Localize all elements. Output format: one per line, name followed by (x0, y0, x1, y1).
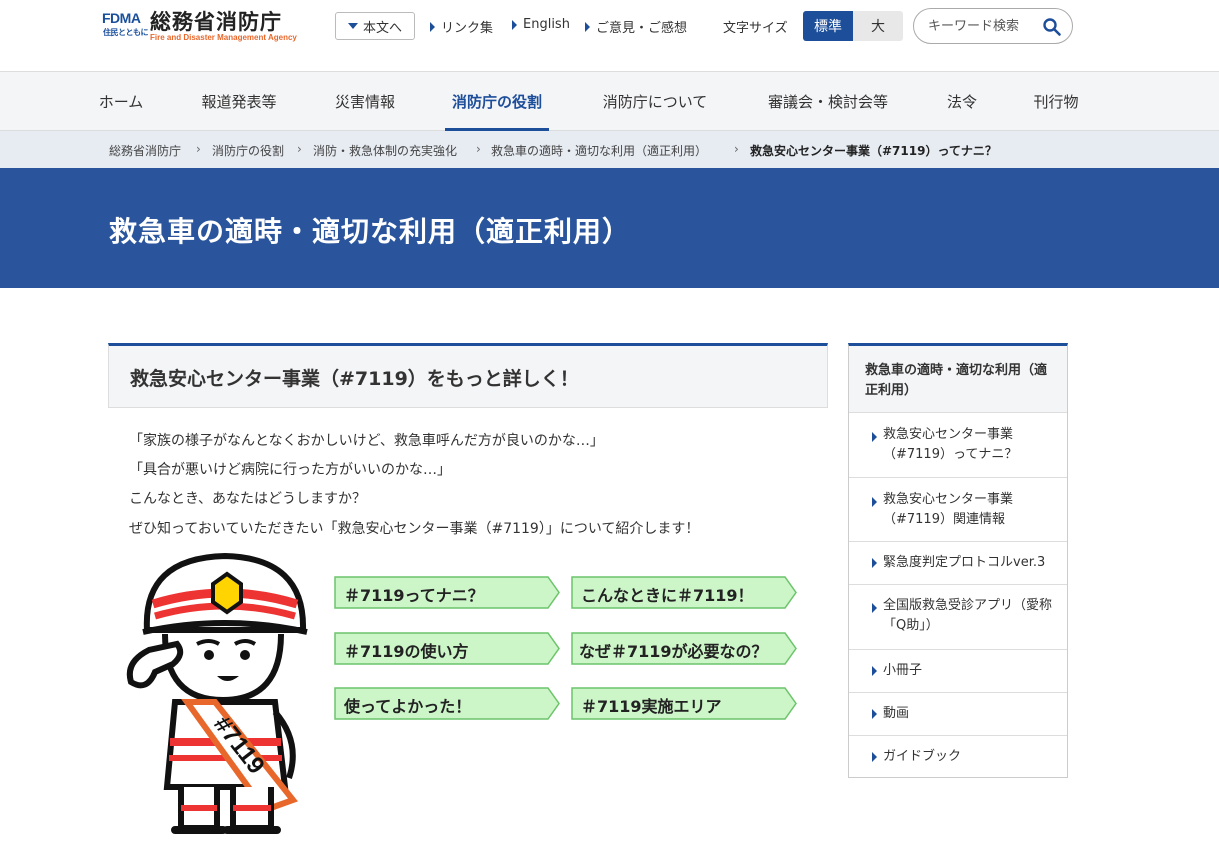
header-link-feedback[interactable]: ご意見・ご感想 (585, 17, 687, 36)
arrow-right-icon (512, 19, 517, 30)
header-link-english[interactable]: English (512, 17, 570, 32)
sidebar: 救急車の適時・適切な利用（適正利用） 救急安心センター事業（#7119）ってナニ… (848, 343, 1068, 778)
testimonials-button[interactable]: 使ってよかった！ (334, 687, 560, 720)
arrow-right-icon (872, 432, 877, 442)
sidebar-item-protocol[interactable]: 緊急度判定プロトコルver.3 (849, 542, 1067, 585)
sidebar-item-q-suke-app[interactable]: 全国版救急受診アプリ（愛称「Q助」） (849, 585, 1067, 650)
skip-to-content-button[interactable]: 本文へ (335, 12, 415, 40)
sidebar-item-label: 小冊子 (883, 663, 923, 678)
breadcrumb-separator: › (297, 142, 302, 156)
sidebar-item-booklet[interactable]: 小冊子 (849, 650, 1067, 693)
sidebar-item-label: 緊急度判定プロトコルver.3 (883, 555, 1046, 570)
pill-label: なぜ＃7119が必要なの？ (579, 642, 768, 661)
section-title: 救急安心センター事業（#7119）をもっと詳しく！ (130, 368, 579, 390)
sidebar-item-guidebook[interactable]: ガイドブック (849, 736, 1067, 778)
site-header: FDMA 住民とともに 総務省消防庁 Fire and Disaster Man… (0, 0, 1219, 72)
arrow-right-icon (872, 558, 877, 568)
sidebar-item-label: 動画 (883, 706, 910, 721)
service-area-button[interactable]: ＃7119実施エリア (571, 687, 797, 720)
nav-item-home[interactable]: ホーム (90, 72, 152, 131)
breadcrumb-item[interactable]: 総務省消防庁 (109, 142, 181, 159)
section-heading: 救急安心センター事業（#7119）をもっと詳しく！ (108, 343, 828, 408)
site-logo[interactable]: FDMA 住民とともに 総務省消防庁 Fire and Disaster Man… (102, 8, 307, 44)
arrow-right-icon (872, 752, 877, 762)
caret-down-icon (347, 23, 358, 29)
intro-paragraph: 「具合が悪いけど病院に行った方がいいのかな…」 (129, 462, 451, 478)
font-size-label: 文字サイズ (723, 21, 788, 36)
nav-item-laws[interactable]: 法令 (938, 72, 986, 131)
nav-item-publications[interactable]: 刊行物 (1024, 72, 1088, 131)
pill-label: 使ってよかった！ (344, 697, 472, 716)
nav-item-press[interactable]: 報道発表等 (192, 72, 286, 131)
nav-item-disaster[interactable]: 災害情報 (326, 72, 404, 131)
header-link-links[interactable]: リンク集 (430, 17, 493, 36)
pill-label: こんなときに＃7119！ (581, 586, 754, 605)
search-box (913, 8, 1073, 44)
breadcrumb-item[interactable]: 消防庁の役割 (212, 142, 284, 159)
header-link-label: English (523, 17, 570, 32)
breadcrumb: 総務省消防庁 › 消防庁の役割 › 消防・救急体制の充実強化 › 救急車の適時・… (0, 131, 1219, 168)
breadcrumb-item[interactable]: 消防・救急体制の充実強化 (313, 142, 457, 159)
logo-agency-english: Fire and Disaster Management Agency (150, 33, 297, 42)
page-hero: 救急車の適時・適切な利用（適正利用） (0, 168, 1219, 288)
logo-fdma-text: FDMA (102, 10, 141, 26)
nav-item-role[interactable]: 消防庁の役割 (445, 72, 549, 131)
sidebar-title[interactable]: 救急車の適時・適切な利用（適正利用） (865, 361, 1055, 401)
intro-paragraph: 「家族の様子がなんとなくおかしいけど、救急車呼んだ方が良いのかな…」 (129, 433, 604, 449)
arrow-right-icon (872, 666, 877, 676)
when-to-use-7119-button[interactable]: こんなときに＃7119！ (571, 576, 797, 609)
fdma-logo-mark: FDMA 住民とともに (102, 8, 149, 44)
search-icon[interactable] (1042, 17, 1062, 37)
logo-agency-name: 総務省消防庁 (150, 10, 282, 34)
global-nav: ホーム 報道発表等 災害情報 消防庁の役割 消防庁について 審議会・検討会等 法… (0, 72, 1219, 131)
pill-label: ＃7119ってナニ？ (344, 586, 484, 605)
breadcrumb-current: 救急安心センター事業（#7119）ってナニ？ (750, 144, 997, 158)
how-to-use-7119-button[interactable]: ＃7119の使い方 (334, 632, 560, 665)
page-title: 救急車の適時・適切な利用（適正利用） (109, 215, 632, 248)
nav-item-about[interactable]: 消防庁について (592, 72, 718, 131)
breadcrumb-separator: › (476, 142, 481, 156)
breadcrumb-separator: › (734, 142, 739, 156)
arrow-right-icon (585, 21, 590, 32)
header-link-label: ご意見・ご感想 (596, 21, 688, 36)
sidebar-item-label: 全国版救急受診アプリ（愛称「Q助」） (883, 598, 1053, 633)
what-is-7119-button[interactable]: ＃7119ってナニ？ (334, 576, 560, 609)
sidebar-item-video[interactable]: 動画 (849, 693, 1067, 736)
pill-label: ＃7119の使い方 (344, 642, 469, 661)
arrow-right-icon (872, 497, 877, 507)
breadcrumb-separator: › (196, 142, 201, 156)
sidebar-item-label: 救急安心センター事業（#7119）ってナニ？ (883, 427, 1018, 462)
skip-to-content-label: 本文へ (362, 20, 402, 36)
intro-paragraph: ぜひ知っておいていただきたい「救急安心センター事業（#7119）」について紹介し… (129, 521, 700, 537)
font-size-large-button[interactable]: 大 (853, 11, 903, 41)
arrow-right-icon (872, 603, 877, 613)
font-size-standard-button[interactable]: 標準 (803, 11, 853, 41)
why-7119-needed-button[interactable]: なぜ＃7119が必要なの？ (571, 632, 797, 665)
arrow-right-icon (872, 709, 877, 719)
nav-item-councils[interactable]: 審議会・検討会等 (758, 72, 898, 131)
sidebar-item-related-info[interactable]: 救急安心センター事業（#7119）関連情報 (849, 478, 1067, 542)
intro-paragraph: こんなとき、あなたはどうしますか？ (129, 491, 367, 507)
search-input[interactable] (928, 16, 1038, 36)
firefighter-mascot-illustration: #7119 (126, 552, 308, 834)
pill-label: ＃7119実施エリア (581, 697, 722, 716)
header-link-label: リンク集 (441, 21, 494, 36)
logo-fdma-subtext: 住民とともに (103, 28, 149, 37)
sidebar-item-what-is-7119[interactable]: 救急安心センター事業（#7119）ってナニ？ (849, 413, 1067, 478)
sidebar-item-label: 救急安心センター事業（#7119）関連情報 (883, 492, 1014, 527)
arrow-right-icon (430, 21, 435, 32)
breadcrumb-item[interactable]: 救急車の適時・適切な利用（適正利用） (491, 142, 707, 159)
sidebar-heading: 救急車の適時・適切な利用（適正利用） (849, 346, 1067, 413)
sidebar-item-label: ガイドブック (883, 749, 962, 764)
